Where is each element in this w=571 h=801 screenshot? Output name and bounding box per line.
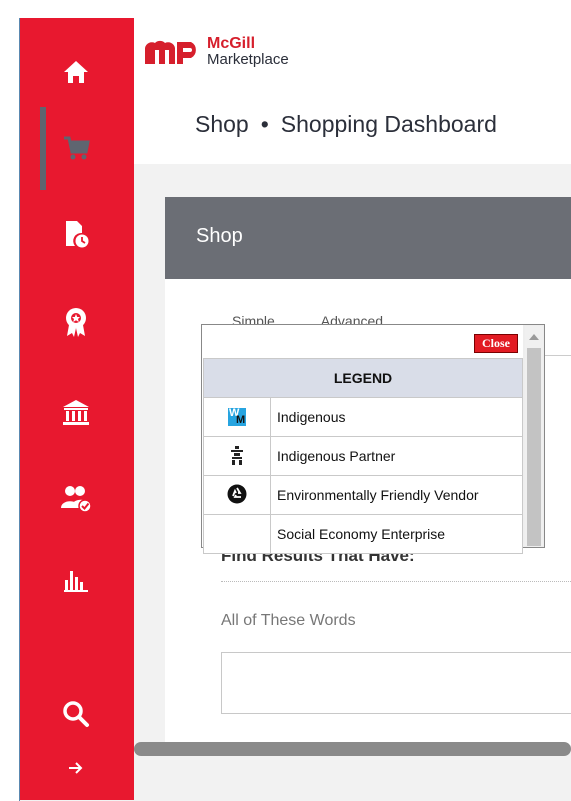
sidebar-item-suppliers[interactable]	[40, 478, 112, 518]
legend-label: Environmentally Friendly Vendor	[270, 475, 523, 515]
legend-row: Social Economy Enterprise	[203, 514, 523, 554]
award-icon	[66, 308, 86, 337]
logo-line-1: McGill	[207, 35, 256, 52]
breadcrumb: Shop • Shopping Dashboard	[195, 111, 497, 138]
sidebar-item-reports[interactable]	[40, 560, 112, 600]
legend-row: WM Indigenous	[203, 397, 523, 437]
cart-icon	[64, 136, 90, 160]
sidebar-item-institutions[interactable]	[40, 392, 112, 432]
legend-scrollbar[interactable]	[525, 326, 543, 546]
scroll-up-icon[interactable]	[529, 334, 539, 340]
legend-label: Indigenous	[270, 397, 523, 437]
logo-mark	[145, 40, 196, 64]
all-words-input[interactable]	[221, 652, 571, 714]
logo-text: McGill Marketplace	[207, 36, 289, 68]
legend-icon-cell	[203, 514, 271, 554]
sidebar-item-home[interactable]	[40, 52, 112, 92]
section-divider	[221, 581, 571, 582]
legend-header: LEGEND	[203, 358, 523, 398]
legend-icon-cell: WM	[203, 397, 271, 437]
document-clock-icon	[66, 221, 89, 248]
arrow-right-icon	[69, 762, 83, 774]
bank-icon	[63, 400, 89, 425]
sidebar-item-shop[interactable]	[40, 128, 112, 168]
close-button[interactable]: Close	[474, 334, 518, 353]
legend-icon-cell	[203, 436, 271, 476]
sidebar-item-orders[interactable]	[40, 214, 112, 254]
scroll-thumb[interactable]	[527, 348, 541, 546]
logo-line-2: Marketplace	[207, 51, 289, 68]
panel-title: Shop	[196, 225, 243, 247]
inukshuk-icon	[231, 445, 243, 465]
legend-row: Environmentally Friendly Vendor	[203, 475, 523, 515]
sidebar-item-awards[interactable]	[40, 302, 112, 342]
users-check-icon	[61, 486, 92, 512]
horizontal-scrollbar[interactable]	[134, 742, 571, 756]
all-words-label: All of These Words	[221, 612, 356, 629]
legend-row: Indigenous Partner	[203, 436, 523, 476]
breadcrumb-dashboard: Shopping Dashboard	[280, 111, 497, 137]
wm-icon: WM	[228, 407, 246, 427]
legend-icon-cell	[203, 475, 271, 515]
recycle-icon	[227, 484, 247, 503]
sidebar-item-search[interactable]	[40, 694, 112, 734]
legend-table: LEGEND WM Indigenous Indigenous Partner …	[203, 358, 523, 554]
legend-label: Indigenous Partner	[270, 436, 523, 476]
sidebar-expand-button[interactable]	[40, 748, 112, 788]
home-icon	[64, 61, 88, 83]
legend-header-row: LEGEND	[203, 358, 523, 398]
search-icon	[63, 701, 89, 727]
legend-label: Social Economy Enterprise	[270, 514, 523, 554]
breadcrumb-shop[interactable]: Shop	[195, 111, 249, 137]
bar-chart-icon	[64, 571, 88, 592]
breadcrumb-separator: •	[260, 111, 269, 137]
